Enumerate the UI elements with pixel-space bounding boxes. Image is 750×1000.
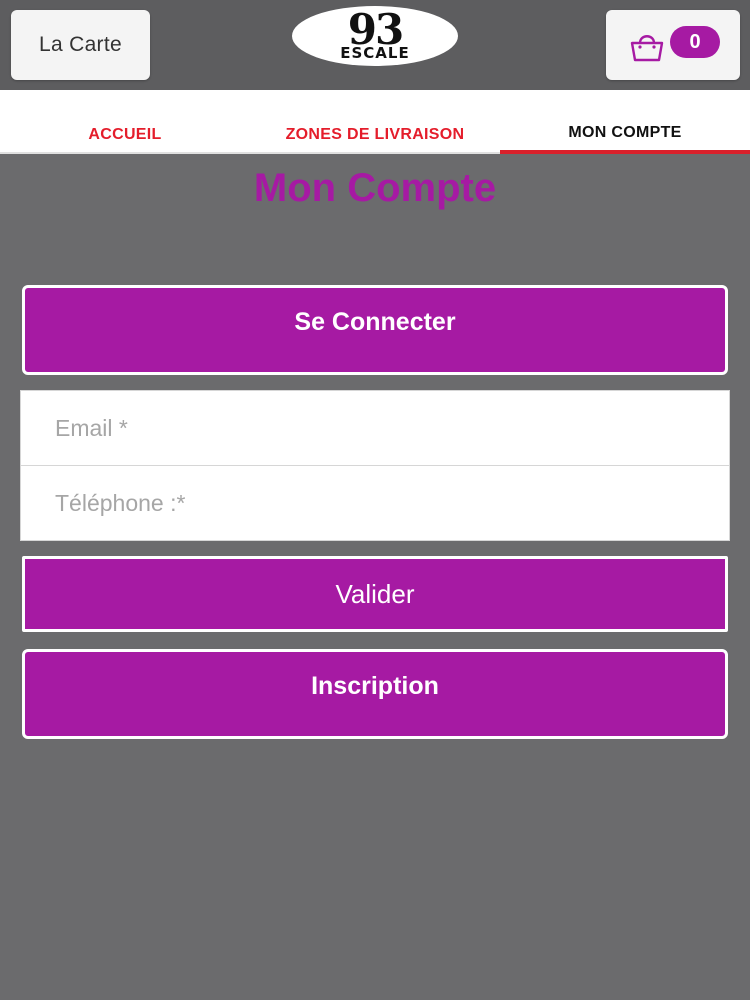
- tab-mon-compte[interactable]: MON COMPTE: [500, 90, 750, 154]
- tab-zones-label: ZONES DE LIVRAISON: [285, 126, 465, 143]
- phone-field[interactable]: [21, 466, 729, 541]
- se-connecter-button[interactable]: Se Connecter: [22, 285, 728, 375]
- tab-zones-de-livraison[interactable]: ZONES DE LIVRAISON: [250, 90, 500, 154]
- tab-accueil[interactable]: ACCUEIL: [0, 90, 250, 154]
- tab-mon-compte-label: MON COMPTE: [568, 124, 682, 141]
- logo-word: ESCALE: [340, 44, 410, 62]
- logo[interactable]: 93 ESCALE: [292, 6, 458, 66]
- email-field[interactable]: [21, 391, 729, 466]
- logo-number: 93: [347, 6, 404, 54]
- valider-label: Valider: [335, 578, 415, 609]
- app-header: La Carte 93 ESCALE 0: [0, 0, 750, 90]
- login-form: [20, 390, 730, 541]
- menu-button[interactable]: La Carte: [11, 10, 150, 80]
- valider-button[interactable]: Valider: [22, 556, 728, 632]
- tab-bar: ACCUEIL ZONES DE LIVRAISON MON COMPTE: [0, 90, 750, 154]
- inscription-button[interactable]: Inscription: [22, 649, 728, 739]
- tab-accueil-label: ACCUEIL: [88, 126, 162, 143]
- cart-button[interactable]: 0: [606, 10, 740, 80]
- page-title: Mon Compte: [253, 166, 497, 210]
- inscription-label: Inscription: [311, 672, 439, 700]
- se-connecter-label: Se Connecter: [294, 308, 456, 336]
- cart-count-badge: 0: [670, 26, 720, 58]
- menu-button-label: La Carte: [39, 33, 122, 56]
- shopping-bag-icon: [630, 35, 664, 62]
